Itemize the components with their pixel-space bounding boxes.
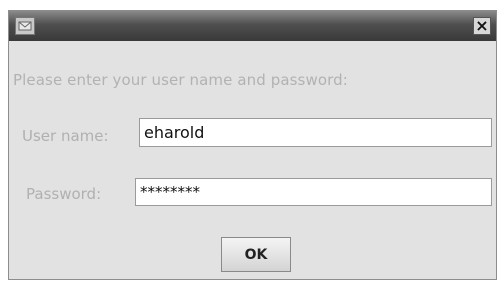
title-bar[interactable]: ×: [9, 11, 496, 41]
username-label: User name:: [22, 127, 109, 145]
login-dialog: × Please enter your user name and passwo…: [8, 10, 497, 280]
password-label: Password:: [26, 185, 102, 203]
password-field[interactable]: [135, 178, 492, 206]
close-icon: ×: [475, 16, 489, 35]
instruction-text: Please enter your user name and password…: [13, 71, 348, 89]
close-button[interactable]: ×: [473, 17, 491, 35]
username-field[interactable]: [139, 118, 492, 147]
app-icon: [15, 17, 35, 35]
ok-button[interactable]: OK: [221, 237, 291, 272]
